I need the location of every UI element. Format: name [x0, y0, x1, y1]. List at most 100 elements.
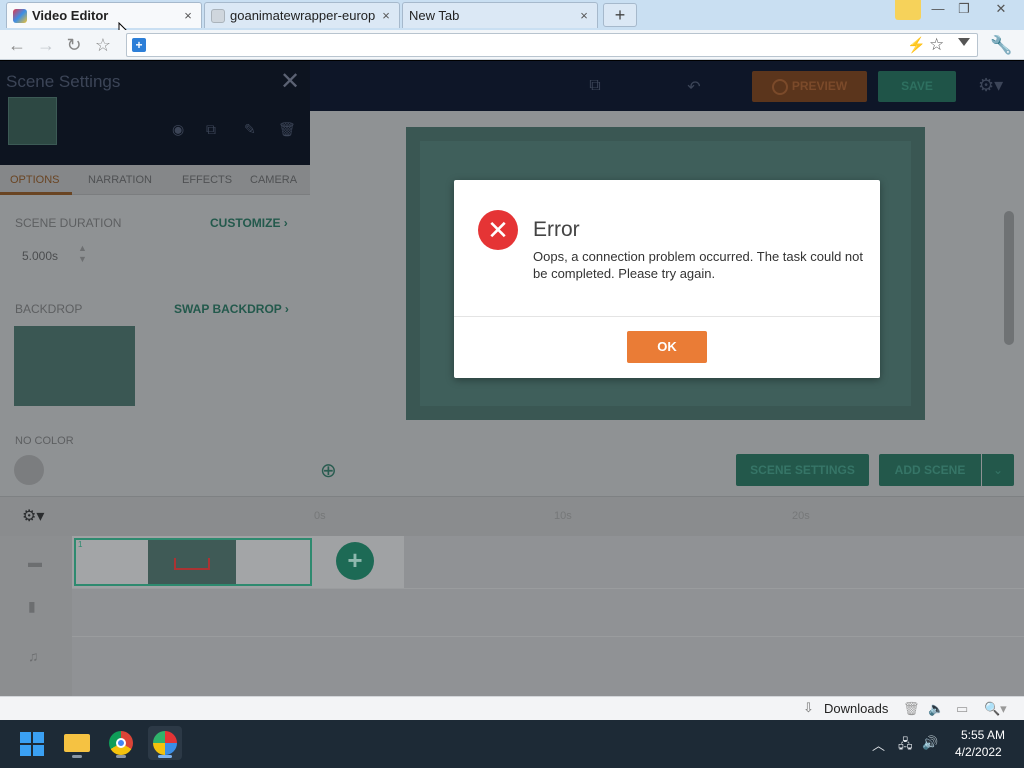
duplicate-icon[interactable]: ⧉ [206, 121, 216, 138]
ok-button[interactable]: OK [627, 331, 707, 363]
eye-icon[interactable]: ◉ [172, 121, 184, 138]
preview-button[interactable]: PREVIEW [752, 71, 867, 102]
scene-settings-button[interactable]: SCENE SETTINGS [736, 454, 869, 486]
clock-time[interactable]: 5:55 AM [961, 728, 1005, 742]
timeline-tracks: ▬ ▮ ♫ 1 + [0, 536, 1024, 696]
file-explorer-icon[interactable] [60, 726, 94, 760]
network-icon[interactable]: 🖧 [898, 735, 913, 757]
new-tab-button[interactable]: + [603, 3, 637, 27]
downloads-button[interactable]: Downloads [824, 701, 888, 716]
timeline-gear-icon[interactable]: ⚙▾ [22, 506, 44, 526]
tab-effects[interactable]: EFFECTS [182, 174, 232, 186]
swap-backdrop-label: SWAP BACKDROP [174, 302, 282, 316]
tab-goanimatewrapper[interactable]: goanimatewrapper-europ × [204, 2, 400, 28]
restore-icon[interactable]: ❐ [951, 0, 977, 20]
tab-close-icon[interactable]: × [577, 8, 591, 23]
add-scene-button[interactable]: ADD SCENE [879, 454, 981, 486]
volume-icon[interactable]: 🔊 [922, 735, 938, 751]
zoom-icon[interactable]: ⊕ [320, 458, 337, 483]
running-indicator [158, 755, 172, 758]
duration-value[interactable]: 5.000s [22, 249, 58, 263]
chrome-icon[interactable] [104, 726, 138, 760]
panel-header: Scene Settings ✕ ◉ ⧉ ✎ 🗑 [0, 61, 310, 165]
copy-icon[interactable]: ⧉ [585, 77, 605, 95]
close-window-icon[interactable]: ✕ [988, 0, 1014, 20]
back-icon[interactable]: ← [6, 34, 28, 56]
paint-brush-icon[interactable]: ✎ [244, 121, 256, 138]
windows-taskbar: ︿ 🖧 🔊 5:55 AM 4/2/2022 [0, 720, 1024, 768]
chevron-up-icon[interactable]: ︿ [872, 735, 885, 754]
tab-options[interactable]: OPTIONS [10, 174, 60, 186]
bookmark-star-icon[interactable]: ☆ [92, 34, 114, 56]
scene-segment [76, 540, 148, 584]
color-swatch[interactable] [14, 455, 44, 485]
address-bar[interactable]: + ⚡ ☆ [126, 33, 978, 57]
save-button[interactable]: SAVE [878, 71, 956, 102]
tab-camera[interactable]: CAMERA [250, 174, 297, 186]
preview-label: PREVIEW [791, 79, 848, 93]
clock-date[interactable]: 4/2/2022 [955, 745, 1002, 759]
tab-video-editor[interactable]: Video Editor × [6, 2, 202, 28]
star-icon[interactable]: ☆ [929, 35, 944, 55]
scene-thumbnail[interactable]: 1 [74, 538, 312, 586]
scene-settings-panel: Scene Settings ✕ ◉ ⧉ ✎ 🗑 OPTIONS NARRATI… [0, 61, 310, 496]
close-icon[interactable]: ✕ [280, 67, 300, 96]
dialog-divider [454, 316, 880, 317]
error-dialog: ✕ Error Oops, a connection problem occur… [454, 180, 880, 378]
forward-icon[interactable]: → [35, 34, 57, 56]
backdrop-label: BACKDROP [15, 302, 83, 316]
page-favicon-icon [211, 8, 225, 23]
ruler-tick: 20s [792, 510, 810, 522]
scene-duration-label: SCENE DURATION [15, 216, 122, 230]
scene-preview-thumb [8, 97, 57, 145]
prop-icon [174, 558, 210, 570]
minimize-icon[interactable]: — [925, 0, 951, 20]
scene-strip: 1 + [72, 536, 404, 588]
dropdown-caret-icon[interactable] [958, 38, 970, 46]
folder-shape [64, 734, 90, 752]
sound-icon[interactable]: 🔈 [928, 701, 944, 717]
panel-tabs: OPTIONS NARRATION EFFECTS CAMERA [0, 165, 310, 195]
vyond-favicon-icon [13, 8, 27, 23]
add-scene-plus-icon[interactable]: + [336, 542, 374, 580]
download-icon: ⇩ [803, 700, 814, 715]
trash-icon[interactable]: 🗑 [278, 121, 296, 138]
tab-new-tab[interactable]: New Tab × [402, 2, 598, 28]
running-indicator [72, 755, 82, 758]
tab-close-icon[interactable]: × [181, 8, 195, 23]
wrench-icon[interactable]: 🔧 [990, 34, 1012, 56]
no-color-label: NO COLOR [15, 435, 74, 447]
windows-start-icon[interactable] [20, 732, 44, 756]
app-pinwheel-icon[interactable] [148, 726, 182, 760]
screen-icon[interactable]: ▭ [956, 701, 968, 717]
pinwheel-logo [153, 731, 177, 755]
track-divider [72, 636, 1024, 637]
tab-title: Video Editor [32, 8, 109, 23]
swap-backdrop-link[interactable]: SWAP BACKDROP › [174, 302, 289, 316]
add-scene-dropdown-icon[interactable]: ⌄ [982, 454, 1014, 486]
reload-icon[interactable]: ↻ [63, 34, 85, 56]
mic-track-icon: ▮ [28, 598, 36, 614]
chrome-center [116, 738, 126, 748]
zoom-icon[interactable]: 🔍▾ [984, 701, 1007, 717]
trash-icon[interactable]: 🗑 [903, 701, 920, 717]
running-indicator [116, 755, 126, 758]
settings-gear-icon[interactable]: ⚙▾ [978, 75, 1003, 96]
screen: Video Editor × goanimatewrapper-europ × … [0, 0, 1024, 768]
undo-icon[interactable]: ↶ [684, 77, 704, 96]
extension-icon[interactable] [895, 0, 921, 20]
ruler-tick: 0s [314, 510, 326, 522]
browser-tabbar: Video Editor × goanimatewrapper-europ × … [0, 0, 1024, 43]
tab-narration[interactable]: NARRATION [88, 174, 152, 186]
duration-stepper-icon[interactable]: ▲ ▼ [78, 243, 87, 265]
vertical-scrollbar[interactable] [1004, 211, 1014, 345]
active-tab-indicator [0, 192, 72, 195]
security-shield-icon: + [132, 38, 146, 52]
customize-label: CUSTOMIZE [210, 216, 281, 230]
lightning-icon[interactable]: ⚡ [907, 36, 926, 54]
backdrop-thumbnail[interactable] [14, 326, 135, 406]
tab-close-icon[interactable]: × [379, 8, 393, 23]
track-sidebar: ▬ ▮ ♫ [0, 536, 72, 696]
customize-link[interactable]: CUSTOMIZE › [210, 216, 288, 230]
music-track-icon: ♫ [28, 648, 39, 664]
